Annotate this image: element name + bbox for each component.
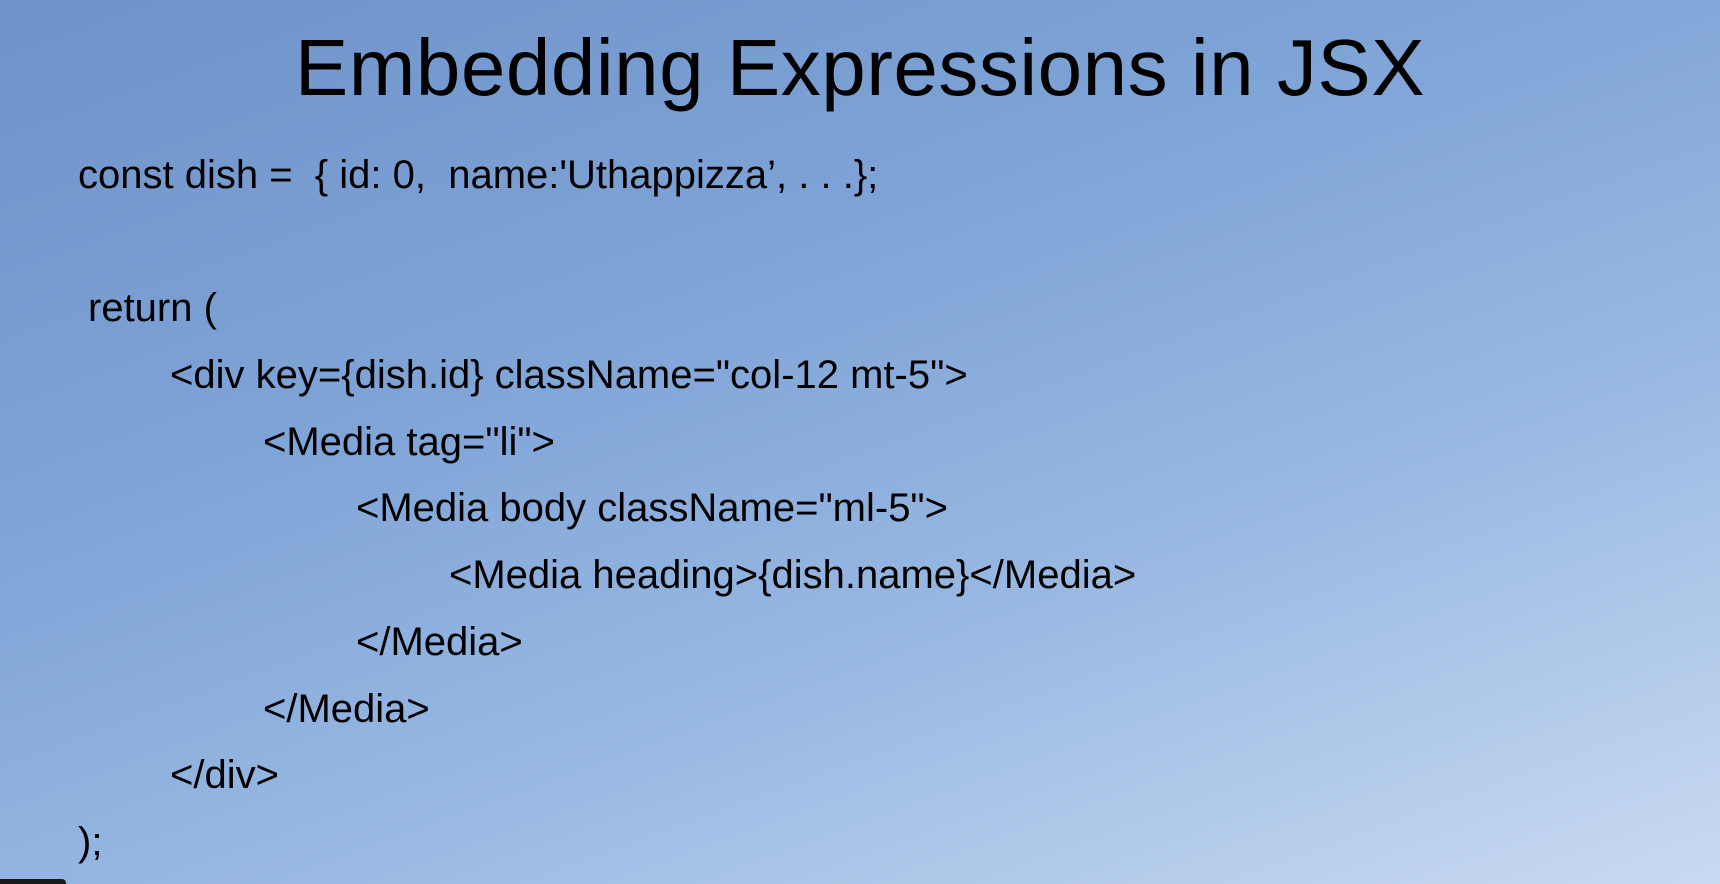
code-line-media-body-close: </Media> [356,620,523,664]
corner-mark [0,879,66,884]
code-line-div-close: </div> [170,753,279,797]
slide-title: Embedding Expressions in JSX [294,23,1426,112]
code-line-media-li-open: <Media tag="li"> [263,420,555,464]
code-line-return-open: return ( [88,286,217,330]
code-line-media-heading: <Media heading>{dish.name}</Media> [449,553,1137,597]
code-line-div-open: <div key={dish.id} className="col-12 mt-… [170,353,968,397]
code-line-media-li-close: </Media> [263,687,430,731]
code-line-const-dish: const dish = { id: 0, name:'Uthappizza’,… [78,153,879,197]
code-line-media-body-open: <Media body className="ml-5"> [356,486,948,530]
slide: Embedding Expressions in JSX const dish … [0,0,1720,884]
code-line-return-close: ); [78,820,103,864]
